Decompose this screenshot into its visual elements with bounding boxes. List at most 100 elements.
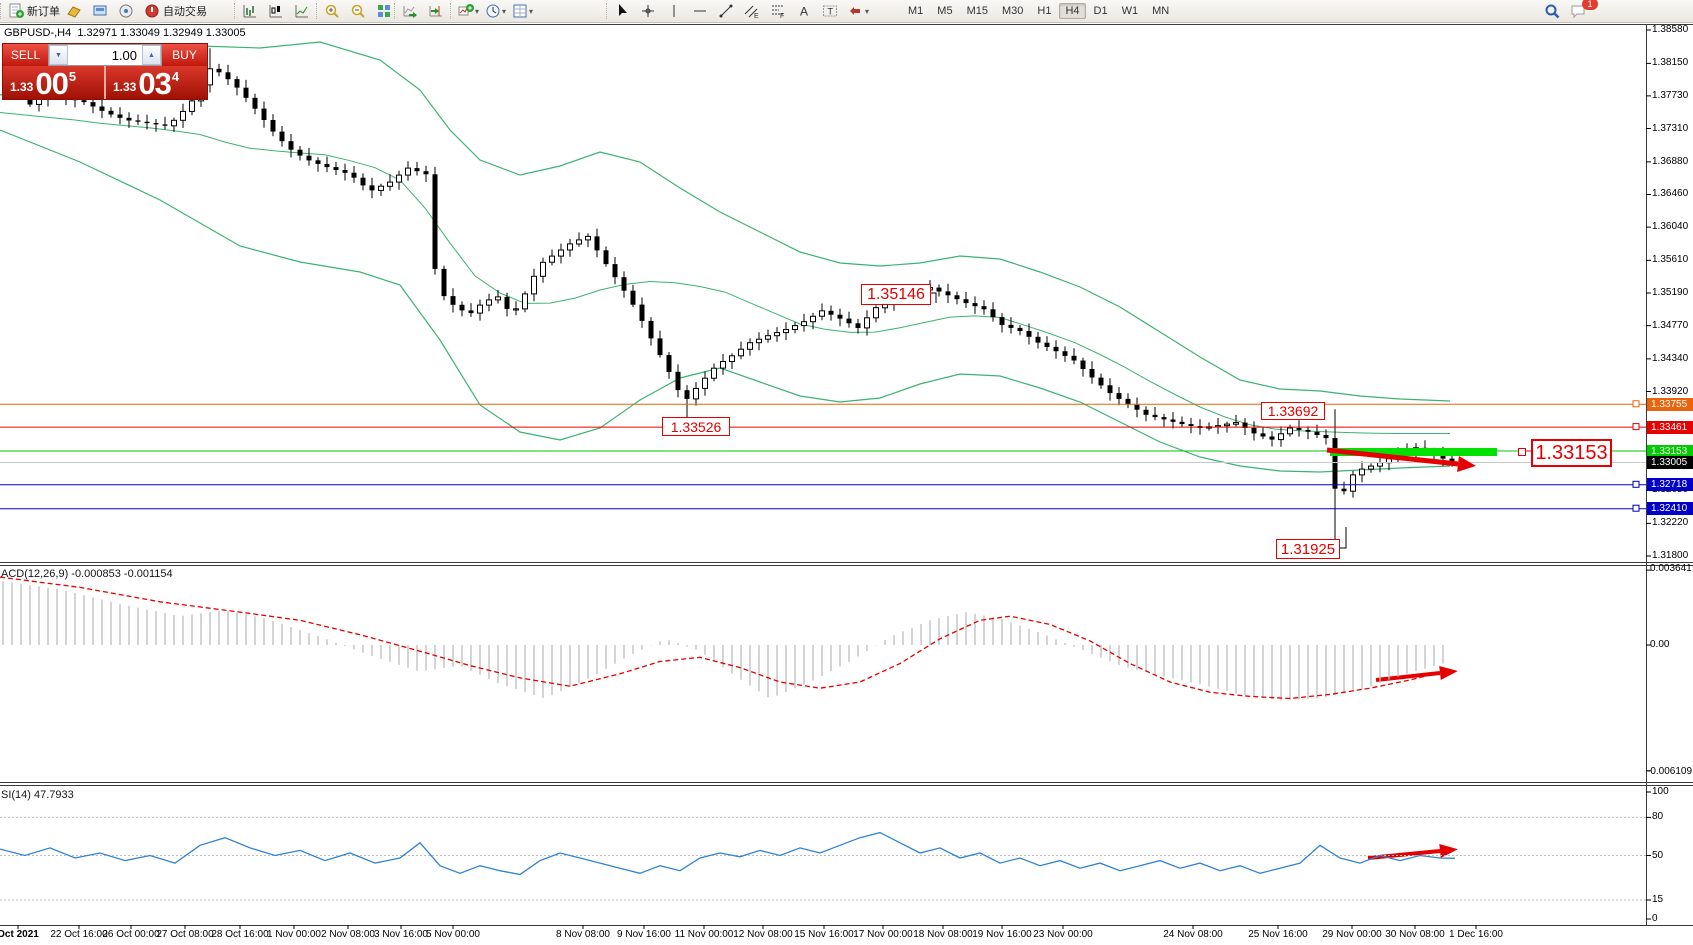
time-axis-label: 26 Oct 00:00 bbox=[102, 929, 159, 940]
cursor-icon[interactable] bbox=[612, 2, 636, 20]
horizontal-line-icon[interactable] bbox=[690, 2, 714, 20]
price-callout[interactable]: 1.33692 bbox=[1261, 402, 1325, 420]
volume-stepper: ▼ 1.00 ▲ bbox=[48, 44, 162, 66]
time-axis-label: 23 Nov 00:00 bbox=[1033, 929, 1093, 940]
price-tick-label: 1.36460 bbox=[1652, 188, 1688, 200]
time-axis-label: 8 Nov 08:00 bbox=[556, 929, 610, 940]
timeframe-M1[interactable]: M1 bbox=[902, 3, 929, 19]
macd-histogram bbox=[3, 581, 1443, 700]
bar-chart-icon[interactable] bbox=[240, 2, 264, 20]
toolbar: 新订单 自动交易 ▾ ▾ ▾ EFAT ▾ M1M5M15M30H1H4D1W1MN 1 bbox=[0, 0, 1693, 23]
rsi-scale-label: 15 bbox=[1652, 894, 1663, 905]
new-order-button[interactable]: 新订单 bbox=[6, 2, 62, 20]
time-axis-label: 18 Nov 08:00 bbox=[913, 929, 973, 940]
price-tick-label: 1.31800 bbox=[1652, 550, 1688, 562]
timeframe-M15[interactable]: M15 bbox=[961, 3, 994, 19]
chart-profile-icon[interactable] bbox=[64, 2, 88, 20]
time-axis-label: 25 Nov 16:00 bbox=[1248, 929, 1308, 940]
buy-button[interactable]: BUY bbox=[162, 44, 207, 66]
timeframe-H1[interactable]: H1 bbox=[1031, 3, 1057, 19]
chevron-down-icon: ▾ bbox=[529, 7, 533, 16]
toolbar-separator bbox=[316, 3, 317, 19]
bollinger-bands bbox=[0, 42, 1450, 472]
bid-price-sup: 5 bbox=[69, 70, 76, 83]
zoom-out-icon[interactable] bbox=[348, 2, 372, 20]
price-callout[interactable]: 1.31925 bbox=[1276, 539, 1340, 559]
add-indicator-icon[interactable]: ▾ bbox=[456, 2, 481, 20]
templates-icon[interactable]: ▾ bbox=[510, 2, 535, 20]
arrows-icon[interactable]: ▾ bbox=[846, 2, 871, 20]
equidistant-channel-icon[interactable]: E bbox=[742, 2, 766, 20]
timeframe-M30[interactable]: M30 bbox=[996, 3, 1029, 19]
candle-chart-icon[interactable] bbox=[266, 2, 290, 20]
navigator-icon[interactable] bbox=[116, 2, 140, 20]
search-icon[interactable] bbox=[1542, 2, 1566, 20]
chevron-down-icon: ▾ bbox=[865, 7, 869, 16]
rsi-scale-label: 0 bbox=[1652, 913, 1658, 924]
time-axis-label: 2 Nov 08:00 bbox=[321, 929, 375, 940]
price-callout[interactable]: 1.33153 bbox=[1531, 439, 1612, 467]
line-chart-icon[interactable] bbox=[292, 2, 316, 20]
price-line-badge: 1.32410 bbox=[1647, 502, 1693, 515]
ask-price-sup: 4 bbox=[172, 70, 179, 83]
timeframe-MN[interactable]: MN bbox=[1146, 3, 1175, 19]
line-handle[interactable] bbox=[1518, 448, 1526, 456]
time-axis-label: 12 Nov 08:00 bbox=[733, 929, 793, 940]
periods-icon[interactable]: ▾ bbox=[483, 2, 508, 20]
chart-shift-icon[interactable] bbox=[426, 2, 450, 20]
macd-scale-zero: 0.00 bbox=[1650, 639, 1669, 650]
auto-trading-button[interactable]: 自动交易 bbox=[142, 2, 209, 20]
ask-price-small: 1.33 bbox=[113, 78, 136, 97]
price-tick-label: 1.37310 bbox=[1652, 123, 1688, 135]
time-axis-label: 15 Nov 16:00 bbox=[794, 929, 854, 940]
bid-price-tile[interactable]: 1.33 00 5 bbox=[3, 66, 104, 99]
auto-trading-button-label: 自动交易 bbox=[163, 3, 207, 19]
symbol-header: GBPUSD-,H4 1.32971 1.33049 1.32949 1.330… bbox=[4, 27, 246, 39]
crosshair-icon[interactable] bbox=[638, 2, 662, 20]
time-axis-label: 29 Nov 00:00 bbox=[1322, 929, 1382, 940]
auto-scroll-icon[interactable] bbox=[400, 2, 424, 20]
time-axis-label: 27 Oct 08:00 bbox=[156, 929, 213, 940]
text-label-icon[interactable]: T bbox=[820, 2, 844, 20]
price-tick-label: 1.36880 bbox=[1652, 156, 1688, 168]
rsi-scale-label: 50 bbox=[1652, 850, 1663, 861]
volume-up-button[interactable]: ▲ bbox=[142, 45, 161, 65]
rsi-indicator-label: SI(14) 47.7933 bbox=[1, 789, 74, 801]
trend-arrow[interactable] bbox=[1376, 666, 1458, 680]
zoom-in-icon[interactable] bbox=[322, 2, 346, 20]
sell-button[interactable]: SELL bbox=[3, 44, 48, 66]
price-callout[interactable]: 1.33526 bbox=[662, 417, 730, 436]
price-tick-label: 1.36040 bbox=[1652, 221, 1688, 233]
time-axis-label: 3 Nov 16:00 bbox=[374, 929, 428, 940]
chart-canvas[interactable] bbox=[0, 0, 1693, 945]
market-watch-icon[interactable] bbox=[90, 2, 114, 20]
text-icon[interactable]: A bbox=[794, 2, 818, 20]
bid-price-big: 00 bbox=[35, 70, 67, 97]
time-axis-label: 28 Oct 16:00 bbox=[211, 929, 268, 940]
price-tick-label: 1.35190 bbox=[1652, 287, 1688, 299]
price-tick-label: 1.32220 bbox=[1652, 517, 1688, 529]
volume-input[interactable]: 1.00 bbox=[68, 45, 142, 65]
trendline-icon[interactable] bbox=[716, 2, 740, 20]
chevron-down-icon: ▾ bbox=[475, 7, 479, 16]
time-axis-label: 24 Nov 08:00 bbox=[1163, 929, 1223, 940]
timeframe-W1[interactable]: W1 bbox=[1116, 3, 1145, 19]
vertical-line-icon[interactable] bbox=[664, 2, 688, 20]
price-tick-label: 1.33920 bbox=[1652, 386, 1688, 398]
price-callout[interactable]: 1.35146 bbox=[861, 284, 931, 305]
price-tick-label: 1.38580 bbox=[1652, 24, 1688, 36]
rsi-scale-label: 100 bbox=[1652, 786, 1669, 797]
chevron-down-icon: ▾ bbox=[502, 7, 506, 16]
timeframe-H4[interactable]: H4 bbox=[1059, 3, 1085, 19]
ask-price-tile[interactable]: 1.33 03 4 bbox=[104, 66, 207, 99]
bid-price-small: 1.33 bbox=[10, 78, 33, 97]
volume-down-button[interactable]: ▼ bbox=[49, 45, 68, 65]
notifications-icon[interactable]: 1 bbox=[1568, 2, 1592, 20]
macd-scale-max: 0.003641 bbox=[1650, 563, 1692, 574]
time-axis-label: 17 Nov 00:00 bbox=[853, 929, 913, 940]
ask-price-big: 03 bbox=[138, 70, 170, 97]
fibonacci-icon[interactable]: F bbox=[768, 2, 792, 20]
timeframe-D1[interactable]: D1 bbox=[1088, 3, 1114, 19]
timeframe-M5[interactable]: M5 bbox=[931, 3, 958, 19]
price-tick-label: 1.35610 bbox=[1652, 254, 1688, 266]
